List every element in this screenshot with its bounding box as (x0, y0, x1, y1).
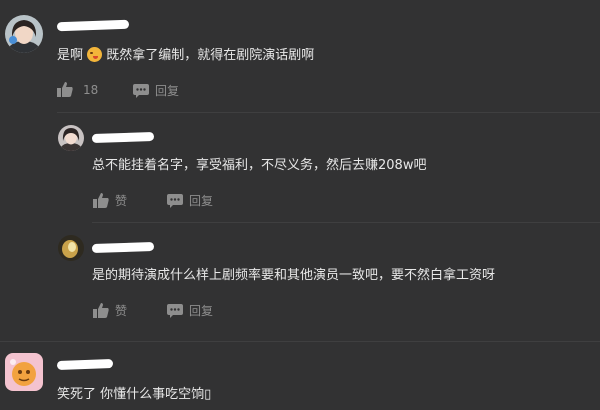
divider (92, 222, 600, 223)
divider (0, 341, 600, 342)
comment-text: 是啊 既然拿了编制，就得在剧院演话剧啊 (57, 47, 315, 63)
reply-text: 是的期待演成什么样上剧频率要和其他演员一致吧，要不然白拿工资呀 (92, 268, 496, 283)
reply-text: 总不能挂着名字，享受福利，不尽义务，然后去赚208w吧 (92, 158, 427, 173)
avatar[interactable] (58, 125, 84, 151)
divider (57, 112, 600, 113)
username-area[interactable] (91, 129, 172, 145)
blushing-face-emoji (87, 47, 103, 62)
redaction-scribble (56, 359, 114, 370)
like-button[interactable]: 赞 (93, 192, 127, 209)
like-button[interactable]: 赞 (93, 302, 127, 319)
username-area[interactable] (55, 356, 145, 372)
reply-button[interactable]: 回复 (167, 302, 213, 319)
redaction-scribble (91, 131, 155, 144)
redaction-scribble (91, 241, 155, 254)
reply-button[interactable]: 回复 (167, 192, 213, 209)
username-area[interactable] (91, 239, 182, 255)
comment-text: 笑死了 你懂什么事吃空饷▯ (57, 387, 212, 402)
thumbs-up-icon (93, 303, 109, 318)
avatar[interactable] (5, 15, 43, 53)
thumbs-up-icon (57, 82, 73, 97)
thumbs-up-icon (93, 193, 109, 208)
redaction-scribble (56, 19, 130, 32)
reply-button[interactable]: 回复 (133, 82, 179, 99)
like-button[interactable]: 18 (57, 82, 98, 97)
reply-bubble-icon (133, 83, 149, 98)
avatar[interactable] (5, 353, 43, 391)
reply-bubble-icon (167, 303, 183, 318)
avatar[interactable] (58, 235, 84, 261)
username-area[interactable] (55, 16, 145, 34)
reply-bubble-icon (167, 193, 183, 208)
